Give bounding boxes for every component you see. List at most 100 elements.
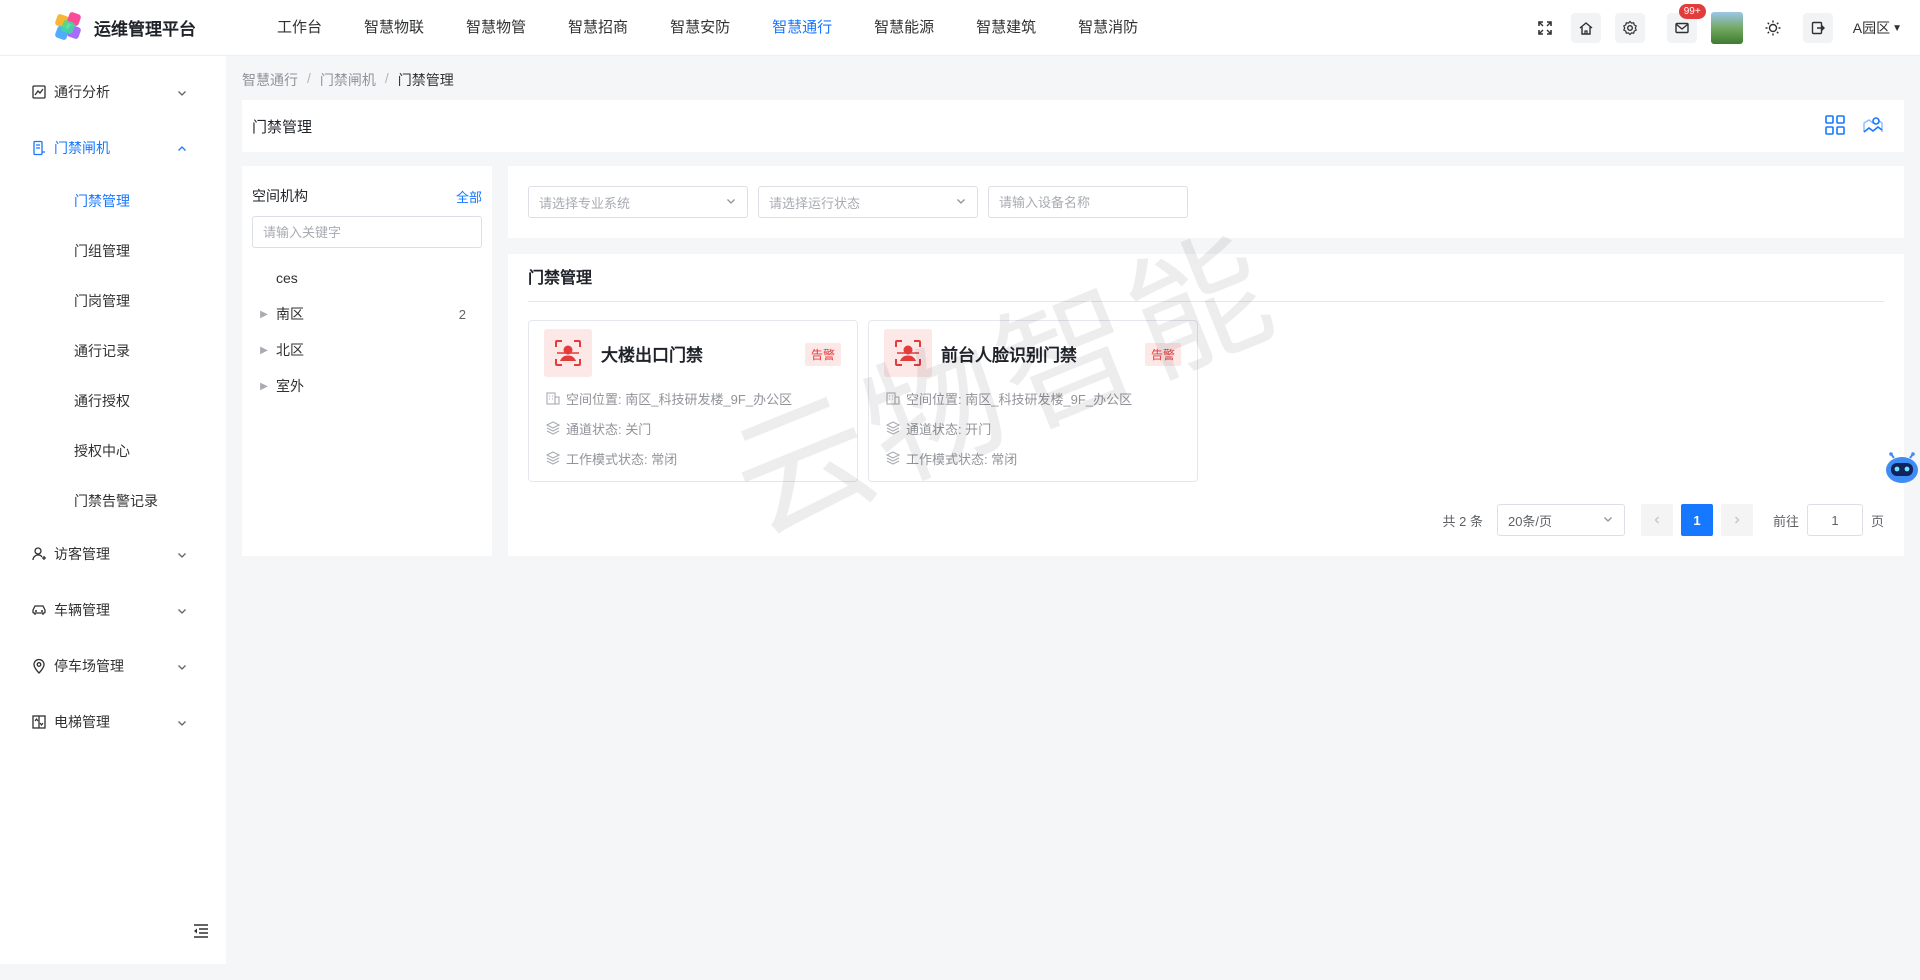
sidebar-item[interactable]: 通行分析 [0,64,226,120]
caret-right-icon[interactable]: ▶ [252,345,276,356]
status-select-placeholder: 请选择运行状态 [769,195,861,211]
assistant-robot-icon[interactable] [1880,448,1920,488]
theme-sun-icon[interactable] [1761,13,1785,43]
nav-item[interactable]: 智慧物联 [343,0,445,56]
sidebar-subitem[interactable]: 门禁管理 [0,176,226,226]
sidebar-item[interactable]: 车辆管理 [0,582,226,638]
goto-label: 前往 [1772,513,1799,529]
chevron-down-icon [176,716,188,732]
grid-view-icon[interactable] [1824,114,1848,138]
prev-page-button[interactable] [1640,504,1673,536]
nav-item[interactable]: 智慧物管 [445,0,547,56]
elevator-icon [30,713,48,731]
nav-item[interactable]: 智慧消防 [1057,0,1159,56]
sidebar-item[interactable]: 电梯管理 [0,694,226,750]
status-select[interactable]: 请选择运行状态 [758,186,978,218]
chevron-down-icon [176,660,188,676]
tree-search-input[interactable] [252,216,482,248]
page-suffix: 页 [1870,513,1884,529]
device-card[interactable]: 前台人脸识别门禁 告警 空间位置: 南区_科技研发楼_9F_办公区 通道状态: 开门工… [868,320,1198,482]
tree-header: 空间机构 全部 [252,186,482,206]
card-details: 空间位置: 南区_科技研发楼_9F_办公区 通道状态: 开门 工作模式状态: 常闭 [884,383,1182,473]
chevron-down-icon [176,86,188,102]
tree-node[interactable]: ▶ 室外 [252,368,482,404]
gear-icon[interactable] [1614,13,1645,43]
caret-right-icon[interactable]: ▶ [252,381,276,392]
breadcrumb-item[interactable]: 智慧通行 [242,70,298,90]
tree-all-link[interactable]: 全部 [456,187,482,206]
nav-item[interactable]: 智慧建筑 [955,0,1057,56]
nav-item[interactable]: 智慧安防 [649,0,751,56]
card-channel-status: 通道状态: 开门 [906,421,992,437]
home-icon[interactable] [1570,13,1601,43]
page-size-value: 20条/页 [1507,513,1553,529]
logout-icon[interactable] [1802,13,1833,43]
sidebar-subitem[interactable]: 门岗管理 [0,276,226,326]
breadcrumb-separator: / [384,70,389,86]
sidebar-item-label: 门禁闸机 [54,140,110,156]
logo[interactable]: 运维管理平台 [0,10,226,45]
sidebar-menu: 通行分析门禁闸机门禁管理 门组管理 门岗管理 通行记录 通行授权 授权中心 门禁告警记录 访客… [0,56,226,750]
nav-item[interactable]: 智慧招商 [547,0,649,56]
fullscreen-icon[interactable] [1533,13,1557,43]
tree-node-label: 室外 [276,378,304,394]
map-view-icon[interactable] [1862,114,1886,138]
logo-icon [52,10,86,45]
sidebar-subitem[interactable]: 通行记录 [0,326,226,376]
sidebar-item[interactable]: 停车场管理 [0,638,226,694]
page-size-select[interactable]: 20条/页 [1496,504,1625,536]
caret-right-icon[interactable]: ▶ [252,309,276,320]
system-select-placeholder: 请选择专业系统 [539,195,631,211]
sidebar-item[interactable]: 访客管理 [0,526,226,582]
space-tree-panel: 空间机构 全部 ces▶南区2▶北区▶室外 [242,166,492,556]
card-channel-row: 通道状态: 关门 [544,413,842,443]
building-icon [884,389,902,407]
tree-node[interactable]: ▶ 南区 2 [252,296,482,332]
page-number-button[interactable]: 1 [1680,504,1713,536]
card-channel-status: 通道状态: 关门 [566,421,652,437]
sidebar-subitem[interactable]: 门禁告警记录 [0,476,226,526]
layers-icon [544,419,562,437]
layers-icon [884,449,902,467]
collapse-menu-icon[interactable] [192,922,210,940]
tree-node-label: 南区 [276,306,304,322]
list-title: 门禁管理 [528,254,1884,302]
layers-icon [884,419,902,437]
nav-item[interactable]: 智慧通行 [751,0,853,56]
tree: ces ▶ 南区 2 ▶ 北区 ▶ 室外 [252,260,482,404]
page-title: 门禁管理 [252,118,313,136]
breadcrumb: 智慧通行 / 门禁闸机 / 门禁管理 [242,70,454,90]
sidebar-subitem[interactable]: 授权中心 [0,426,226,476]
avatar[interactable] [1710,12,1743,44]
chevron-right-icon [1735,516,1740,524]
tree-node[interactable]: ▶ 北区 [252,332,482,368]
card-channel-row: 通道状态: 开门 [884,413,1182,443]
device-name-input[interactable] [988,186,1188,218]
chevron-down-icon [725,195,737,210]
sidebar-subitem[interactable]: 门组管理 [0,226,226,276]
mail-icon[interactable]: 99+ [1666,4,1706,43]
tree-node[interactable]: ces [252,260,482,296]
mail-badge: 99+ [1678,4,1706,19]
nav-item[interactable]: 智慧能源 [853,0,955,56]
top-nav: 工作台 智慧物联 智慧物管 智慧招商 智慧安防 智慧通行 智慧能源 智慧建筑 智慧消防 [256,0,1159,56]
card-title: 大楼出口门禁 [601,345,703,365]
system-select[interactable]: 请选择专业系统 [528,186,748,218]
pagination: 共 2 条 20条/页 1 前往 页 [1443,504,1884,536]
device-list-panel: 门禁管理 大楼出口门禁 告警 空间位置: 南区_科技研发楼_9F_办公区 通道状态: … [508,254,1904,556]
device-card[interactable]: 大楼出口门禁 告警 空间位置: 南区_科技研发楼_9F_办公区 通道状态: 关门 工作模… [528,320,858,482]
sidebar-subitem[interactable]: 通行授权 [0,376,226,426]
tree-node-label: ces [276,270,298,286]
breadcrumb-item[interactable]: 门禁闸机 [320,70,376,90]
sidebar-item[interactable]: 门禁闸机 [0,120,226,176]
nav-item[interactable]: 工作台 [256,0,343,56]
app-title: 运维管理平台 [94,20,196,39]
visitor-icon [30,545,48,563]
goto-page-input[interactable] [1806,504,1863,536]
card-location: 空间位置: 南区_科技研发楼_9F_办公区 [566,391,793,407]
next-page-button[interactable] [1720,504,1753,536]
location-icon [30,657,48,675]
chevron-up-icon [176,142,188,158]
card-header: 大楼出口门禁 [544,329,842,377]
region-switcher[interactable]: A园区 ▼ [1853,18,1902,38]
